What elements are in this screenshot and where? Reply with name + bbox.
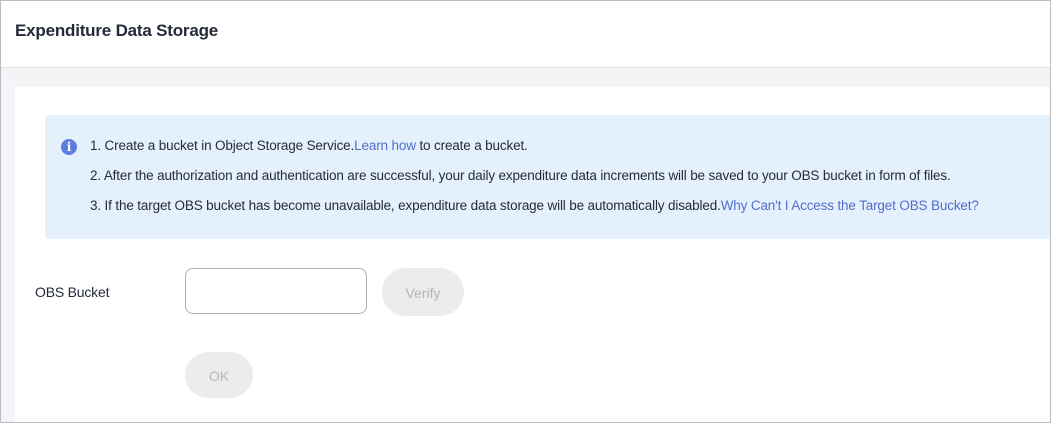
notice-line-1: 1. Create a bucket in Object Storage Ser… [90,137,528,155]
page-title: Expenditure Data Storage [15,21,219,40]
notice-line-1-text: 1. Create a bucket in Object Storage Ser… [90,138,355,153]
info-icon: i [61,139,77,155]
verify-button[interactable]: Verify [382,268,464,316]
learn-how-link[interactable]: Learn how [354,138,416,153]
info-notice: i 1. Create a bucket in Object Storage S… [45,115,1050,239]
notice-line-1-suffix: to create a bucket. [415,138,528,153]
obs-bucket-label: OBS Bucket [35,284,110,300]
obs-bucket-input[interactable] [185,268,367,314]
access-help-link[interactable]: Why Can't I Access the Target OBS Bucket… [721,198,979,213]
ok-button[interactable]: OK [185,352,253,398]
window-frame: Expenditure Data Storage i 1. Create a b… [0,0,1051,423]
notice-line-2: 2. After the authorization and authentic… [90,168,951,183]
notice-line-3-text: 3. If the target OBS bucket has become u… [90,198,721,213]
content-panel: i 1. Create a bucket in Object Storage S… [15,87,1050,422]
notice-line-3: 3. If the target OBS bucket has become u… [90,197,979,215]
page-header: Expenditure Data Storage [1,1,1050,68]
